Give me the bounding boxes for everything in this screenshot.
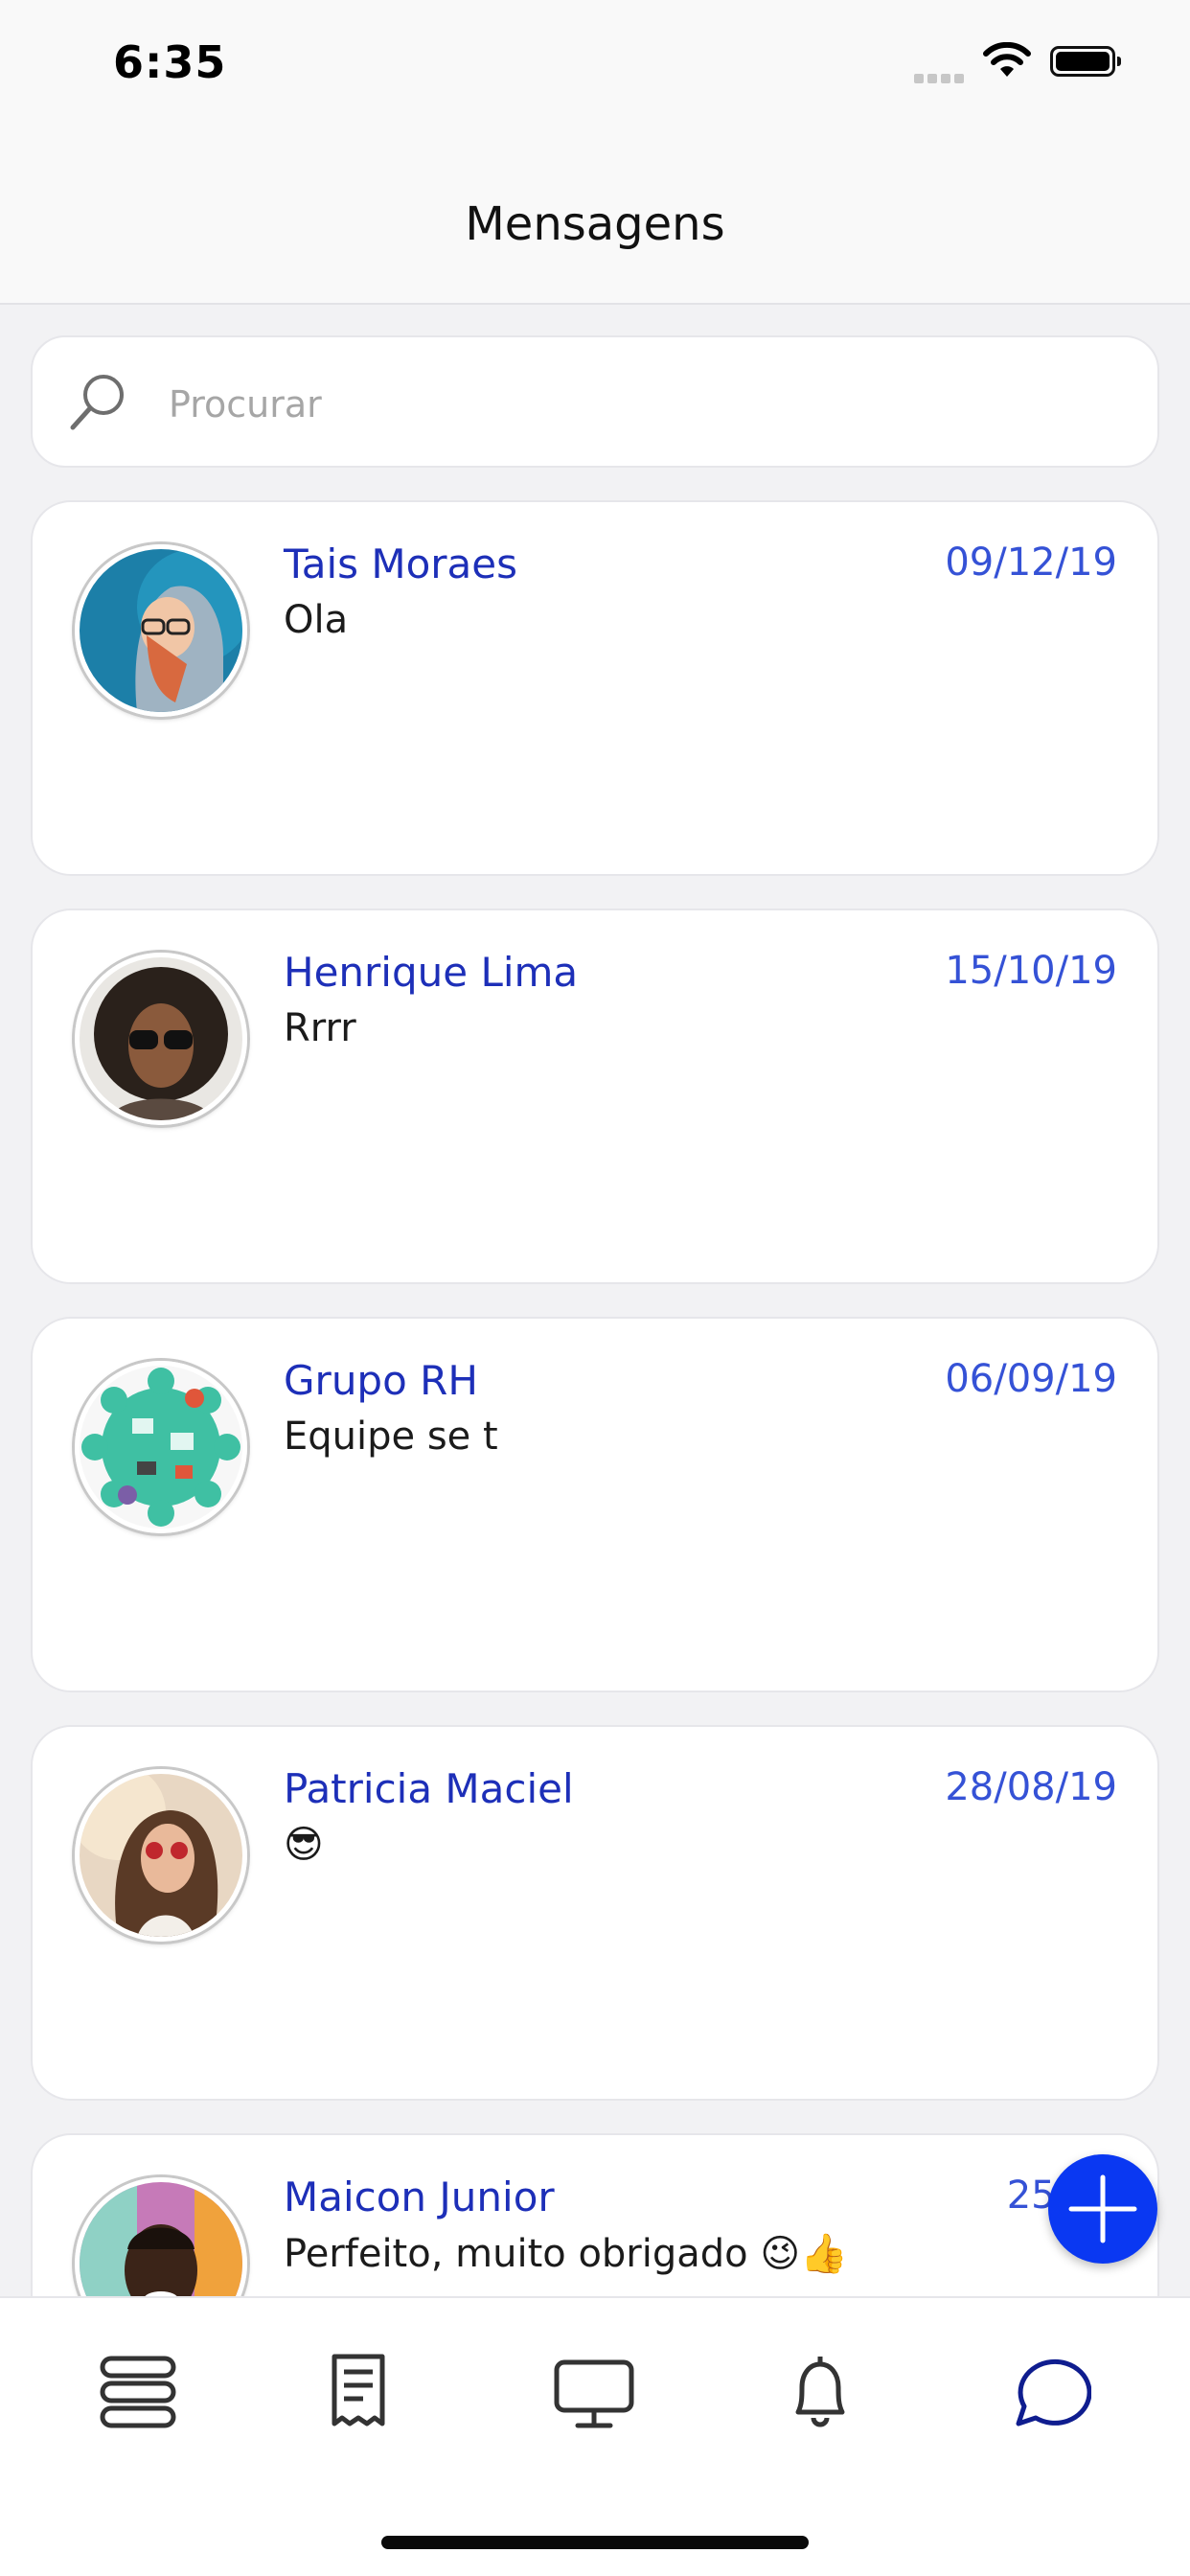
layers-icon: [100, 2356, 176, 2428]
chat-bubble-icon: [1016, 2358, 1091, 2426]
bell-icon: [795, 2357, 845, 2427]
contact-name: Grupo RH: [284, 1357, 478, 1404]
tab-receipt[interactable]: [310, 2344, 406, 2440]
tab-messages[interactable]: [1000, 2344, 1096, 2440]
tab-monitor[interactable]: [546, 2344, 642, 2440]
conversation-card[interactable]: Patricia Maciel 28/08/19 😎: [31, 1725, 1159, 2101]
tab-notifications[interactable]: [772, 2344, 868, 2440]
search-input[interactable]: [167, 370, 1090, 439]
message-date: 09/12/19: [945, 540, 1117, 585]
tab-layers[interactable]: [90, 2344, 186, 2440]
message-date: 28/08/19: [945, 1765, 1117, 1809]
page-title: Mensagens: [465, 197, 725, 251]
message-preview: 😎: [284, 1823, 324, 1867]
avatar: [75, 544, 247, 717]
plus-icon: [1068, 2174, 1137, 2243]
search-icon: [70, 375, 124, 430]
tab-bar: [0, 2296, 1190, 2576]
message-preview: Ola: [284, 598, 349, 642]
battery-icon: [1050, 46, 1121, 77]
contact-name: Henrique Lima: [284, 949, 579, 996]
avatar: [75, 1361, 247, 1533]
monitor-icon: [554, 2359, 634, 2428]
contact-name: Tais Moraes: [284, 540, 518, 587]
message-preview: Perfeito, muito obrigado 😉👍: [284, 2232, 848, 2276]
cellular-signal-icon: [914, 69, 970, 83]
message-preview: Equipe se t: [284, 1414, 498, 1459]
contact-name: Patricia Maciel: [284, 1765, 574, 1812]
home-indicator: [381, 2536, 809, 2549]
message-preview: Rrrr: [284, 1006, 356, 1050]
message-date: 15/10/19: [945, 949, 1117, 993]
new-message-button[interactable]: [1048, 2154, 1157, 2264]
search-bar[interactable]: [31, 335, 1159, 468]
conversation-card[interactable]: Henrique Lima 15/10/19 Rrrr: [31, 908, 1159, 1284]
wifi-icon: [983, 42, 1031, 77]
conversation-card[interactable]: Tais Moraes 09/12/19 Ola: [31, 500, 1159, 876]
nav-header: Mensagens: [0, 134, 1190, 305]
status-time: 6:35: [113, 36, 227, 88]
receipt-icon: [332, 2354, 385, 2426]
message-date: 06/09/19: [945, 1357, 1117, 1401]
avatar: [75, 953, 247, 1125]
status-bar: 6:35: [0, 0, 1190, 134]
avatar: [75, 1769, 247, 1942]
conversation-card[interactable]: Grupo RH 06/09/19 Equipe se t: [31, 1317, 1159, 1692]
contact-name: Maicon Junior: [284, 2174, 555, 2220]
